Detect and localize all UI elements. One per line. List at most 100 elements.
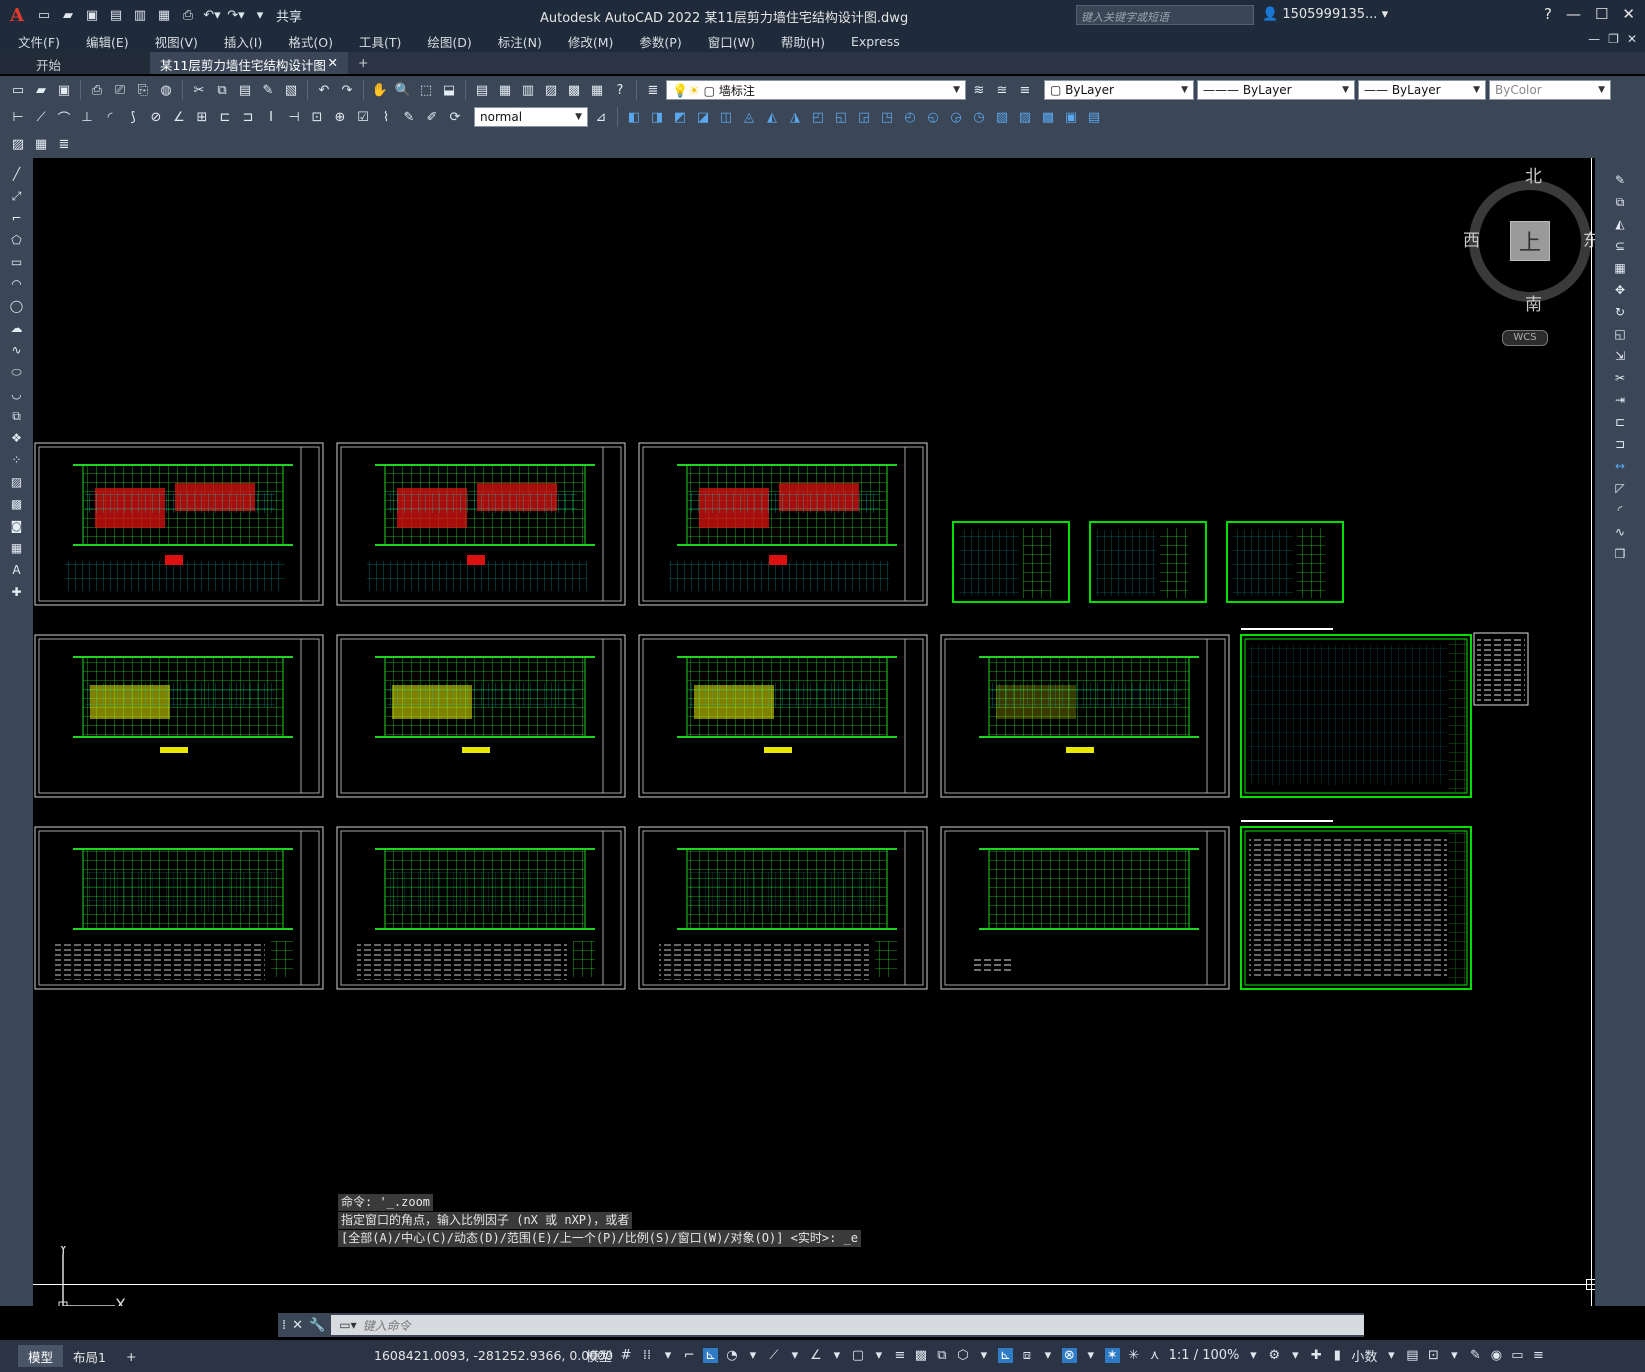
attribute-icon[interactable]: ▨ (8, 134, 28, 154)
interfere-icon[interactable]: ◰ (808, 107, 828, 127)
chevron-down-icon[interactable]: ▾ (977, 1348, 991, 1363)
hatch-icon[interactable]: ▨ (7, 474, 27, 490)
tab-start[interactable]: 开始 (0, 52, 150, 74)
viewcube-top-face[interactable]: 上 (1510, 221, 1550, 261)
menu-dimension[interactable]: 标注(N) (498, 32, 542, 51)
insert-block-icon[interactable]: ⧉ (7, 408, 27, 424)
add-layout-button[interactable]: + (116, 1345, 146, 1367)
ellipse-arc-icon[interactable]: ◡ (7, 386, 27, 402)
properties-icon[interactable]: ▤ (472, 80, 492, 100)
loft-icon[interactable]: ◭ (762, 107, 782, 127)
zoom-realtime-icon[interactable]: 🔍 (393, 80, 413, 100)
arc-icon[interactable]: ◠ (7, 276, 27, 292)
annotation-autoscale-icon[interactable]: ✶ (1104, 1348, 1120, 1363)
model-space-button[interactable]: 模型 (586, 1346, 612, 1365)
continue-icon[interactable]: ⊐ (238, 107, 258, 127)
layer-previous-icon[interactable]: ≊ (992, 80, 1012, 100)
lineweight-dropdown[interactable]: —— ByLayer ▼ (1358, 80, 1486, 100)
viewcube[interactable]: 北 南 东 西 上 (1463, 167, 1595, 315)
scale-icon[interactable]: ◱ (1610, 326, 1630, 342)
chevron-down-icon[interactable]: ▾ (788, 1348, 802, 1363)
menu-view[interactable]: 视图(V) (155, 32, 198, 51)
section-icon[interactable]: ◱ (831, 107, 851, 127)
publish-icon[interactable]: ⎘ (133, 80, 153, 100)
dim-edit-icon[interactable]: ✎ (399, 107, 419, 127)
3d-osnap-icon[interactable]: ⬡ (956, 1348, 970, 1363)
ortho-icon[interactable]: ⊾ (703, 1348, 718, 1363)
check-icon[interactable]: ▨ (1015, 107, 1035, 127)
diameter-icon[interactable]: ⊘ (146, 107, 166, 127)
shell-icon[interactable]: ◴ (900, 107, 920, 127)
clean-icon[interactable]: ▧ (992, 107, 1012, 127)
annotation-scale-value[interactable]: 1:1 / 100% (1169, 1348, 1240, 1363)
extract-edges-icon[interactable]: ▩ (1038, 107, 1058, 127)
paste-icon[interactable]: ▤ (235, 80, 255, 100)
block-editor-icon[interactable]: ▧ (281, 80, 301, 100)
help-icon[interactable]: ? (1544, 5, 1552, 23)
chevron-down-icon[interactable]: ▾ (746, 1348, 760, 1363)
import-icon[interactable]: ▥ (130, 5, 150, 25)
undo-icon[interactable]: ↶ (314, 80, 334, 100)
spline-icon[interactable]: ∿ (7, 342, 27, 358)
close-button[interactable]: ✕ (1622, 5, 1635, 23)
command-input[interactable]: ▭▾ 键入命令 (331, 1315, 1364, 1335)
linear-dim-icon[interactable]: ⊢ (8, 107, 28, 127)
redo-icon[interactable]: ↷▾ (226, 5, 246, 25)
chevron-down-icon[interactable]: ▾ (830, 1348, 844, 1363)
open-icon[interactable]: ▰ (31, 80, 51, 100)
calculator-icon[interactable]: ▦ (587, 80, 607, 100)
selection-cycling-icon[interactable]: ⧉ (935, 1348, 949, 1363)
tab-close-icon[interactable]: ✕ (328, 55, 338, 71)
make-current-icon[interactable]: ≋ (969, 80, 989, 100)
chevron-down-icon[interactable]: ▾ (1084, 1348, 1098, 1363)
move-icon[interactable]: ✥ (1610, 282, 1630, 298)
stretch-icon[interactable]: ⇲ (1610, 348, 1630, 364)
mirror-icon[interactable]: ◭ (1610, 216, 1630, 232)
imprint-icon[interactable]: ◳ (877, 107, 897, 127)
transparency-icon[interactable]: ▩ (914, 1348, 928, 1363)
preview-icon[interactable]: ⎚ (110, 80, 130, 100)
markup-icon[interactable]: ▩ (564, 80, 584, 100)
revcloud-icon[interactable]: ☁ (7, 320, 27, 336)
chevron-down-icon[interactable]: ▾ (1384, 1348, 1398, 1363)
ordinate-icon[interactable]: ⊥ (77, 107, 97, 127)
inspect-icon[interactable]: ☑ (353, 107, 373, 127)
tool-palettes-icon[interactable]: ▥ (518, 80, 538, 100)
break-icon[interactable]: ⊐ (1610, 436, 1630, 452)
offset-icon[interactable]: ⊆ (1610, 238, 1630, 254)
table-icon[interactable]: ▦ (7, 540, 27, 556)
erase-icon[interactable]: ✎ (1610, 172, 1630, 188)
extrude-icon[interactable]: ◪ (693, 107, 713, 127)
blend-icon[interactable]: ∿ (1610, 524, 1630, 540)
dim-style-icon[interactable]: ⊿ (591, 107, 611, 127)
viewcube-west[interactable]: 西 (1463, 226, 1480, 251)
dim-update-icon[interactable]: ⟳ (445, 107, 465, 127)
jogged-icon[interactable]: ⟆ (123, 107, 143, 127)
space-icon[interactable]: I (261, 107, 281, 127)
quick-properties-icon[interactable]: ▤ (1405, 1348, 1419, 1363)
grip-icon[interactable]: ⁞ (282, 1318, 286, 1333)
wcs-menu[interactable]: WCS (1502, 330, 1548, 346)
fillet-edge-icon[interactable]: ◵ (923, 107, 943, 127)
dynamic-ucs-icon[interactable]: ⊾ (997, 1348, 1013, 1363)
revolve-icon[interactable]: ◫ (716, 107, 736, 127)
subtract-icon[interactable]: ◩ (670, 107, 690, 127)
lineweight-icon[interactable]: ≡ (893, 1348, 907, 1363)
user-account[interactable]: 👤 1505999135... ▾ (1262, 7, 1388, 22)
rectangle-icon[interactable]: ▭ (7, 254, 27, 270)
redo-icon[interactable]: ↷ (337, 80, 357, 100)
maximize-button[interactable]: ☐ (1595, 5, 1608, 23)
design-center-icon[interactable]: ▦ (495, 80, 515, 100)
thicken-icon[interactable]: ◲ (854, 107, 874, 127)
dimstyle-dropdown[interactable]: normal ▼ (474, 107, 588, 127)
menu-file[interactable]: 文件(F) (18, 32, 60, 51)
sweep-icon[interactable]: ◬ (739, 107, 759, 127)
grid-icon[interactable]: # (619, 1348, 633, 1363)
layer-dropdown[interactable]: 💡☀ ▢ 墙标注 ▼ (666, 80, 966, 100)
copy-icon[interactable]: ⧉ (212, 80, 232, 100)
save-icon[interactable]: ▣ (82, 5, 102, 25)
hardware-accel-icon[interactable]: ◉ (1489, 1348, 1503, 1363)
search-input[interactable]: 键入关键字或短语 (1076, 5, 1254, 25)
cut-icon[interactable]: ✂ (189, 80, 209, 100)
viewcube-east[interactable]: 东 (1583, 226, 1595, 251)
